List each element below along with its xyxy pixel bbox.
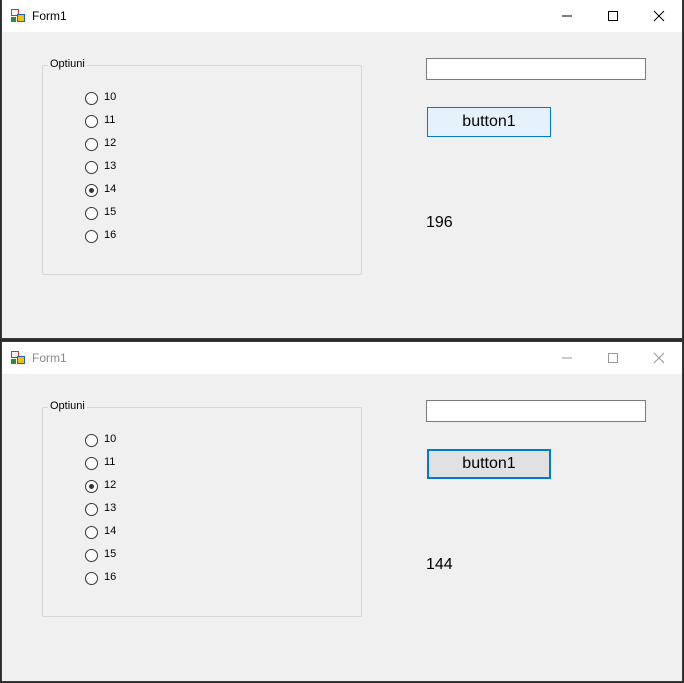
- minimize-button[interactable]: [544, 0, 590, 32]
- radio-button-icon: [85, 184, 98, 197]
- input-textbox[interactable]: [426, 400, 646, 422]
- radio-label: 12: [104, 137, 117, 149]
- radio-label: 16: [104, 229, 117, 241]
- radio-label: 15: [104, 548, 117, 560]
- button1[interactable]: button1: [427, 107, 551, 137]
- window-title: Form1: [32, 351, 67, 365]
- radio-label: 13: [104, 502, 117, 514]
- groupbox-label: Optiuni: [48, 400, 87, 412]
- app-icon: [11, 9, 25, 22]
- maximize-button[interactable]: [590, 0, 636, 32]
- form-window: Form1 Optiuni 10 11 12 13 14 15 16 butto…: [2, 342, 682, 681]
- maximize-button[interactable]: [590, 342, 636, 374]
- result-label: 144: [426, 556, 453, 573]
- radio-label: 16: [104, 571, 117, 583]
- title-bar[interactable]: Form1: [2, 342, 682, 374]
- radio-button-icon: [85, 457, 98, 470]
- minimize-button[interactable]: [544, 342, 590, 374]
- groupbox-label: Optiuni: [48, 58, 87, 70]
- minimize-icon: [562, 15, 572, 17]
- radio-label: 10: [104, 433, 117, 445]
- close-button[interactable]: [636, 342, 682, 374]
- result-label: 196: [426, 214, 453, 231]
- radio-button-icon: [85, 92, 98, 105]
- maximize-icon: [608, 11, 618, 21]
- form-window: Form1 Optiuni 10 11 12 13 14 15 16 butto…: [2, 0, 682, 338]
- radio-label: 11: [104, 456, 116, 468]
- close-icon: [653, 352, 665, 364]
- maximize-icon: [608, 353, 618, 363]
- close-icon: [653, 10, 665, 22]
- button1[interactable]: button1: [427, 449, 551, 479]
- radio-button-icon: [85, 138, 98, 151]
- title-bar[interactable]: Form1: [2, 0, 682, 32]
- radio-label: 15: [104, 206, 117, 218]
- input-textbox[interactable]: [426, 58, 646, 80]
- radio-label: 13: [104, 160, 117, 172]
- radio-label: 12: [104, 479, 117, 491]
- radio-button-icon: [85, 207, 98, 220]
- radio-button-icon: [85, 503, 98, 516]
- app-icon: [11, 351, 25, 364]
- radio-button-icon: [85, 549, 98, 562]
- window-title: Form1: [32, 9, 67, 23]
- radio-button-icon: [85, 480, 98, 493]
- radio-button-icon: [85, 161, 98, 174]
- close-button[interactable]: [636, 0, 682, 32]
- radio-label: 11: [104, 114, 116, 126]
- minimize-icon: [562, 357, 572, 359]
- radio-label: 10: [104, 91, 117, 103]
- radio-button-icon: [85, 572, 98, 585]
- radio-button-icon: [85, 230, 98, 243]
- radio-label: 14: [104, 183, 117, 195]
- radio-button-icon: [85, 526, 98, 539]
- radio-button-icon: [85, 115, 98, 128]
- radio-button-icon: [85, 434, 98, 447]
- radio-label: 14: [104, 525, 117, 537]
